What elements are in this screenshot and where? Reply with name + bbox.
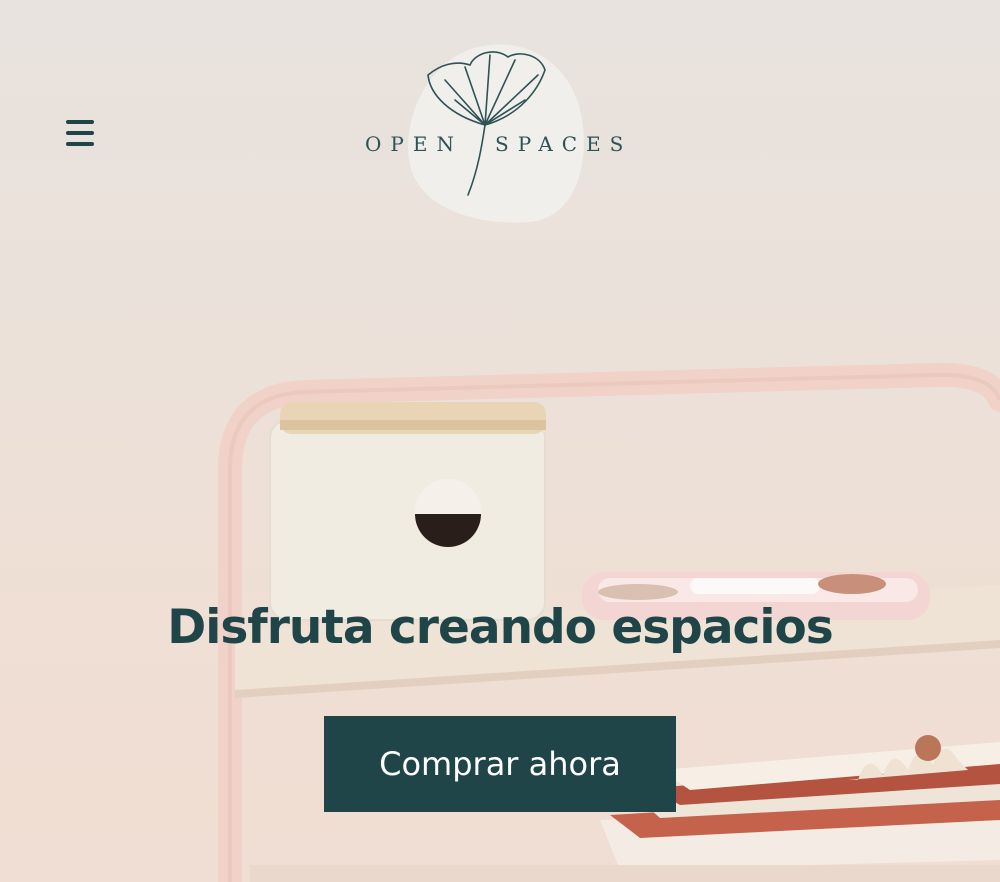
hero-section: OPEN SPACES Disfruta creando espacios Co…: [0, 0, 1000, 882]
hamburger-line-bottom: [66, 142, 94, 146]
shop-now-button[interactable]: Comprar ahora: [324, 716, 676, 812]
menu-button[interactable]: [60, 112, 102, 154]
logo-text-open: OPEN: [365, 132, 463, 156]
logo-text-spaces: SPACES: [495, 132, 633, 156]
hamburger-line-top: [66, 120, 94, 124]
hamburger-line-middle: [66, 131, 94, 135]
hero-headline: Disfruta creando espacios: [167, 600, 834, 655]
ginkgo-leaf-icon: [427, 51, 546, 196]
logo[interactable]: OPEN SPACES: [360, 40, 640, 230]
